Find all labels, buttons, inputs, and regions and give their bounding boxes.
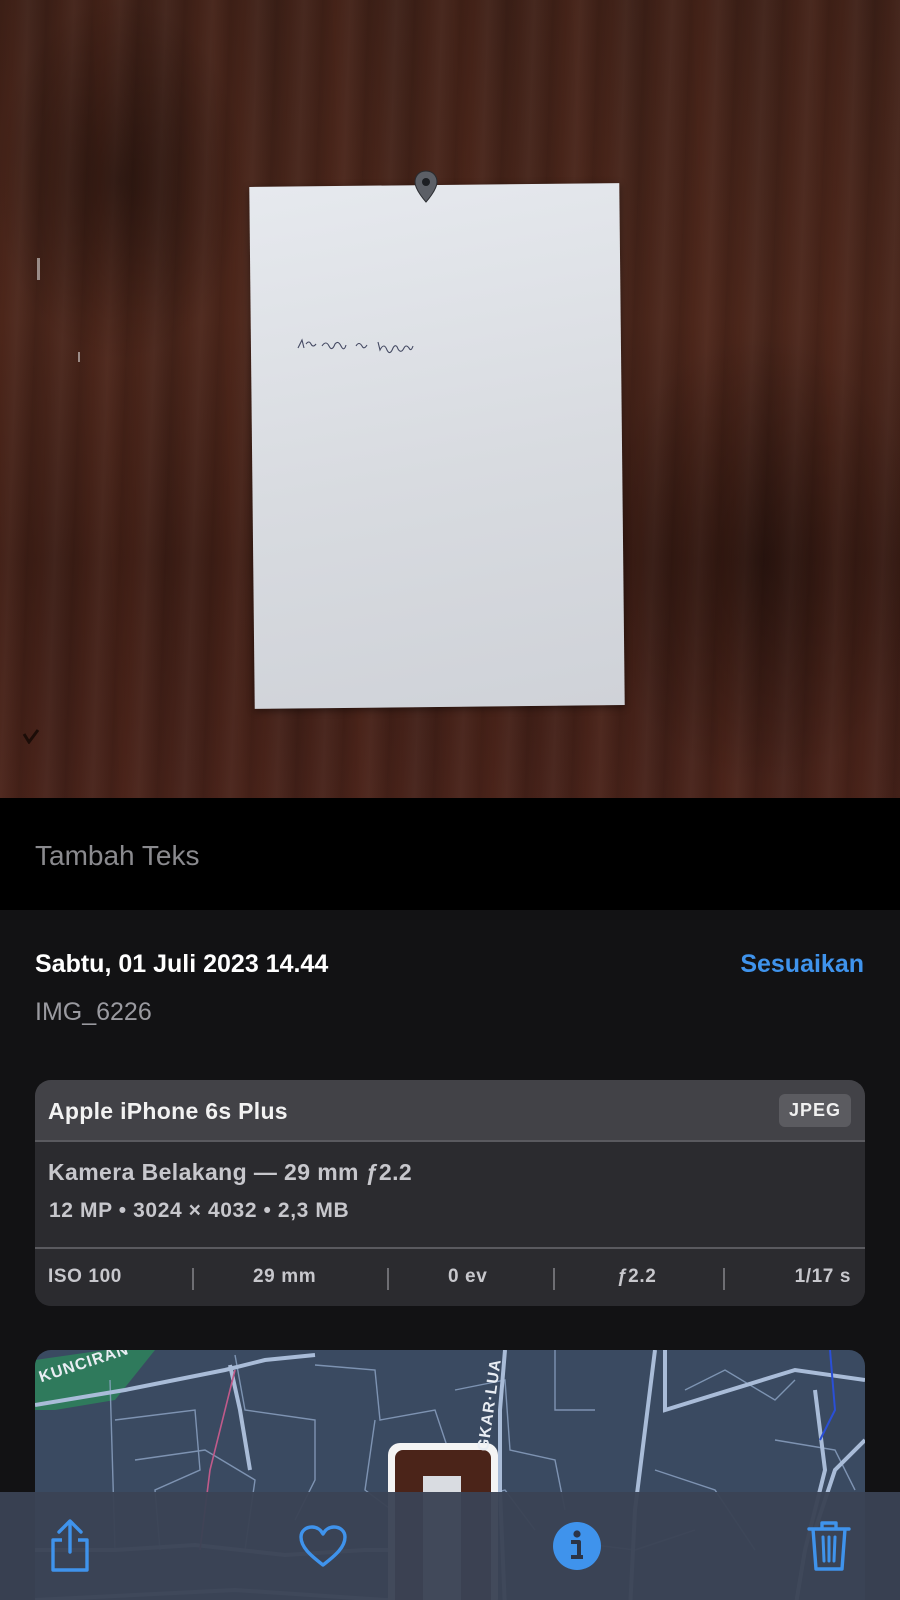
lens-info: Kamera Belakang — 29 mm ƒ2.2: [48, 1159, 413, 1185]
camera-info-card: Apple iPhone 6s Plus JPEG Kamera Belakan…: [35, 1080, 865, 1306]
exif-divider: [387, 1268, 389, 1290]
exif-divider: [553, 1268, 555, 1290]
camera-card-header: Apple iPhone 6s Plus JPEG: [35, 1080, 865, 1142]
caption-bar[interactable]: Tambah Teks: [0, 798, 900, 910]
bottom-toolbar: [0, 1492, 900, 1600]
handwriting-scribble: [297, 338, 414, 354]
share-button[interactable]: [40, 1516, 100, 1576]
heart-icon: [299, 1525, 347, 1567]
location-pin-icon: [414, 170, 438, 203]
favorite-button[interactable]: [293, 1516, 353, 1576]
exif-iso: ISO 100: [48, 1266, 122, 1287]
wood-mark-small: [22, 729, 40, 744]
image-specs: 12 MP • 3024 × 4032 • 2,3 MB: [49, 1199, 350, 1222]
exif-exposure: 0 ev: [448, 1266, 488, 1287]
adjust-date-button[interactable]: Sesuaikan: [740, 950, 864, 979]
exif-divider: [192, 1268, 194, 1290]
photo-date: Sabtu, 01 Juli 2023 14.44: [35, 950, 329, 978]
add-caption-placeholder[interactable]: Tambah Teks: [35, 840, 199, 872]
exif-shutter-speed: 1/17 s: [794, 1266, 851, 1287]
exif-divider: [723, 1268, 725, 1290]
device-name: Apple iPhone 6s Plus: [48, 1098, 288, 1124]
paper-sheet: [249, 183, 625, 709]
exif-focal-length: 29 mm: [253, 1266, 317, 1287]
format-badge: JPEG: [778, 1094, 851, 1127]
wood-mark: [78, 352, 80, 362]
exif-aperture: ƒ2.2: [617, 1266, 657, 1287]
delete-button[interactable]: [799, 1516, 859, 1576]
info-button[interactable]: [547, 1516, 607, 1576]
file-name: IMG_6226: [35, 998, 152, 1026]
photo-viewer[interactable]: [0, 0, 900, 798]
exif-row: ISO 100 29 mm 0 ev ƒ2.2 1/17 s: [35, 1247, 865, 1306]
info-icon: [553, 1522, 601, 1570]
wood-mark: [37, 258, 40, 280]
share-icon: [51, 1519, 89, 1572]
trash-icon: [807, 1521, 851, 1571]
